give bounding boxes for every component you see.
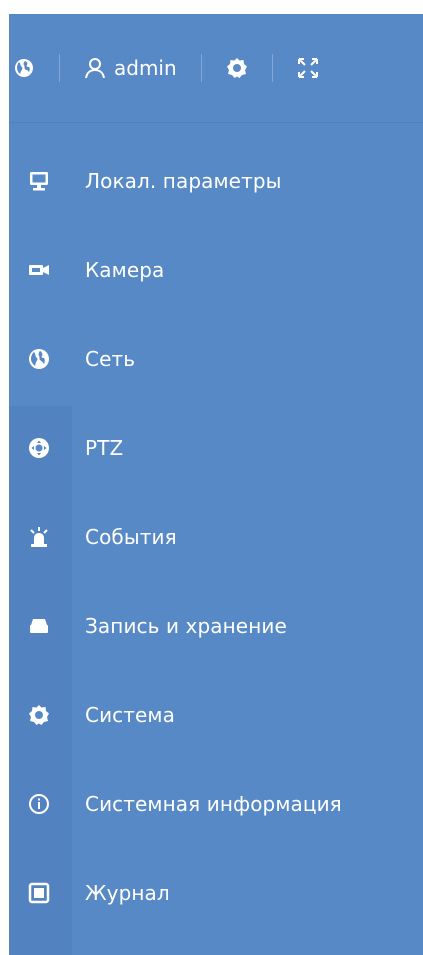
menu-item-label: Локал. параметры — [85, 168, 282, 193]
globe-icon — [13, 57, 35, 79]
menu-item-label: Камера — [85, 257, 165, 282]
menu-item-storage[interactable]: Запись и хранение — [9, 581, 423, 670]
app-frame: admin Локал. параметры Камера Сеть PTZ С… — [9, 14, 423, 955]
menu-item-events[interactable]: События — [9, 492, 423, 581]
menu-item-network[interactable]: Сеть — [9, 314, 423, 403]
fullscreen-icon — [297, 57, 319, 79]
divider — [271, 54, 273, 82]
divider — [200, 54, 202, 82]
storage-icon — [28, 615, 50, 637]
user-menu[interactable]: admin — [84, 14, 177, 122]
username-label: admin — [114, 56, 177, 80]
language-button[interactable] — [9, 14, 35, 122]
menu-item-ptz[interactable]: PTZ — [9, 403, 423, 492]
menu-item-camera[interactable]: Камера — [9, 225, 423, 314]
alarm-icon — [28, 526, 50, 548]
gear-icon — [28, 704, 50, 726]
menu-item-label: Сеть — [85, 346, 136, 371]
divider — [59, 54, 60, 82]
monitor-icon — [28, 170, 50, 192]
camera-icon — [28, 259, 50, 281]
user-icon — [84, 57, 106, 79]
menu-item-label: События — [85, 524, 177, 549]
menu-item-log[interactable]: Журнал — [9, 848, 423, 937]
ptz-icon — [28, 437, 50, 459]
sidebar-menu: Локал. параметры Камера Сеть PTZ События… — [9, 136, 423, 937]
menu-item-label: Системная информация — [85, 791, 342, 816]
fullscreen-button[interactable] — [297, 14, 319, 122]
settings-button[interactable] — [226, 14, 248, 122]
menu-item-local-settings[interactable]: Локал. параметры — [9, 136, 423, 225]
top-bar: admin — [9, 14, 423, 123]
log-icon — [28, 882, 50, 904]
menu-item-system-info[interactable]: Системная информация — [9, 759, 423, 848]
menu-item-label: Запись и хранение — [85, 613, 287, 638]
settings-icon — [226, 57, 248, 79]
info-icon — [28, 793, 50, 815]
menu-item-label: PTZ — [85, 435, 124, 460]
globe-icon — [28, 348, 50, 370]
menu-item-label: Система — [85, 702, 175, 727]
menu-item-system[interactable]: Система — [9, 670, 423, 759]
menu-item-label: Журнал — [85, 880, 170, 905]
